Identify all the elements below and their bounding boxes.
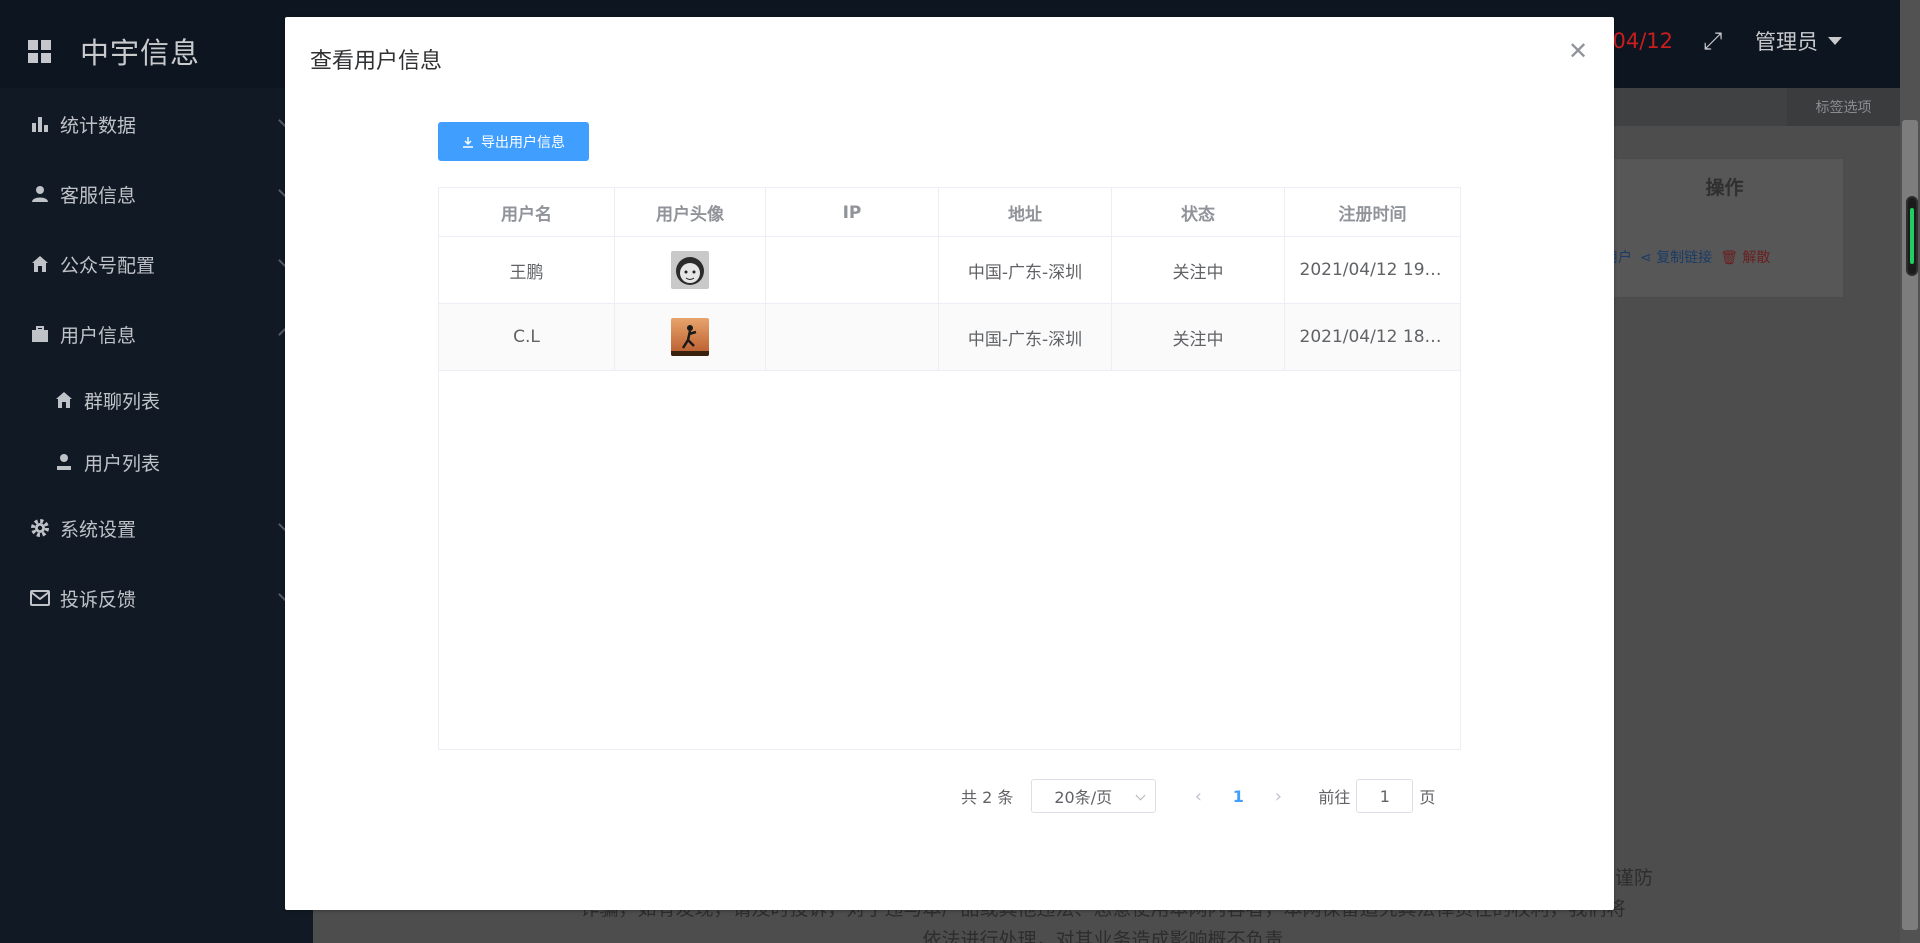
cell-ip <box>766 304 939 370</box>
column-header-address: 地址 <box>939 188 1112 237</box>
admin-menu[interactable]: 管理员 <box>1755 26 1842 56</box>
apps-grid-icon[interactable] <box>28 40 51 63</box>
sidebar: 统计数据 客服信息 公众号配置 用户信息 群聊列表 用户列表 系统设置 投诉反馈 <box>0 88 313 943</box>
user-info-dialog: 查看用户信息 ✕ 导出用户信息 用户名 用户头像 IP 地址 状态 注册时间 王… <box>285 17 1614 910</box>
avatar[interactable] <box>671 318 709 356</box>
close-icon[interactable]: ✕ <box>1566 39 1590 63</box>
briefcase-icon <box>29 323 51 345</box>
cell-registered: 2021/04/12 19:… <box>1299 260 1446 280</box>
sidebar-item-label: 群聊列表 <box>84 390 161 413</box>
column-header-ip: IP <box>766 188 939 237</box>
cell-status: 关注中 <box>1112 304 1285 370</box>
cell-avatar <box>615 237 766 303</box>
sidebar-item-label: 公众号配置 <box>60 254 156 277</box>
fullscreen-icon[interactable]: ⤢ <box>1703 29 1725 53</box>
page-suffix: 页 <box>1419 788 1436 807</box>
sidebar-item-customer-service[interactable]: 客服信息 <box>0 174 313 214</box>
download-icon <box>463 136 473 148</box>
user-table: 用户名 用户头像 IP 地址 状态 注册时间 王鹏 中国-广东-深圳 关注中 2… <box>438 187 1461 750</box>
sidebar-item-system-settings[interactable]: 系统设置 <box>0 508 313 548</box>
cell-username: C.L <box>439 304 615 370</box>
bar-chart-icon <box>29 113 51 135</box>
table-row[interactable]: 王鹏 中国-广东-深圳 关注中 2021/04/12 19:… <box>439 237 1460 304</box>
table-header: 用户名 用户头像 IP 地址 状态 注册时间 <box>439 188 1460 237</box>
copy-link-button[interactable]: ⋖ 复制链接 <box>1640 247 1712 267</box>
table-body: 王鹏 中国-广东-深圳 关注中 2021/04/12 19:… C.L 中国-广… <box>439 237 1460 371</box>
next-page-icon[interactable]: › <box>1268 786 1288 807</box>
admin-label: 管理员 <box>1755 30 1818 54</box>
sidebar-item-complaints[interactable]: 投诉反馈 <box>0 578 313 618</box>
cell-username: 王鹏 <box>439 237 615 303</box>
operation-links: 用户 ⋖ 复制链接 🗑 解散 <box>1604 247 1770 267</box>
prev-page-icon[interactable]: ‹ <box>1188 786 1208 807</box>
page-size-select[interactable]: 20条/页 <box>1031 779 1157 813</box>
brand-name: 中宇信息 <box>80 36 201 70</box>
column-header-registered: 注册时间 <box>1338 205 1407 225</box>
cell-address: 中国-广东-深圳 <box>939 237 1112 303</box>
user-icon <box>29 183 51 205</box>
column-header-avatar: 用户头像 <box>615 188 766 237</box>
user-icon <box>53 451 75 473</box>
caret-down-icon <box>1828 37 1842 45</box>
mail-icon <box>29 587 51 609</box>
cell-avatar <box>615 304 766 370</box>
current-page-number[interactable]: 1 <box>1208 787 1268 806</box>
gear-icon <box>29 517 51 539</box>
dialog-title: 查看用户信息 <box>310 49 443 74</box>
sidebar-item-label: 投诉反馈 <box>60 588 137 611</box>
home-icon <box>29 253 51 275</box>
goto-page-input[interactable]: 1 <box>1356 779 1414 813</box>
pagination: 共 2 条 20条/页 ‹ 1 › 前往 1 页 <box>961 779 1435 813</box>
logo: 中宇信息 <box>28 30 200 72</box>
operation-header: 操作 <box>1705 176 1744 199</box>
sidebar-item-label: 用户信息 <box>60 324 137 347</box>
cell-registered: 2021/04/12 18:… <box>1299 327 1446 347</box>
export-label: 导出用户信息 <box>481 134 565 151</box>
chevron-down-icon <box>1135 790 1146 801</box>
cell-status: 关注中 <box>1112 237 1285 303</box>
export-users-button[interactable]: 导出用户信息 <box>438 122 589 161</box>
sidebar-item-group-chats[interactable]: 群聊列表 <box>0 380 313 420</box>
page-size-value: 20条/页 <box>1054 788 1113 807</box>
sidebar-item-statistics[interactable]: 统计数据 <box>0 104 313 144</box>
sidebar-item-label: 客服信息 <box>60 184 137 207</box>
home-icon <box>53 389 75 411</box>
sidebar-item-user-list[interactable]: 用户列表 <box>0 442 313 482</box>
goto-label: 前往 <box>1318 788 1351 807</box>
avatar[interactable] <box>671 251 709 289</box>
page-scrollbar[interactable] <box>1900 0 1920 943</box>
column-header-status: 状态 <box>1112 188 1285 237</box>
tag-options-button[interactable]: 标签选项 <box>1787 88 1900 126</box>
sidebar-item-official-account[interactable]: 公众号配置 <box>0 244 313 284</box>
column-header-username: 用户名 <box>439 188 615 237</box>
sidebar-item-label: 系统设置 <box>60 518 137 541</box>
pagination-total: 共 2 条 <box>961 788 1014 807</box>
background-table: 操作 用户 ⋖ 复制链接 🗑 解散 <box>1603 158 1844 298</box>
cell-address: 中国-广东-深圳 <box>939 304 1112 370</box>
cell-ip <box>766 237 939 303</box>
table-row[interactable]: C.L 中国-广东-深圳 关注中 2021/04/12 18:… <box>439 304 1460 371</box>
sidebar-item-label: 用户列表 <box>84 452 161 475</box>
floating-handle[interactable] <box>1906 196 1918 276</box>
sidebar-item-user-info[interactable]: 用户信息 <box>0 314 313 354</box>
unbind-button[interactable]: 🗑 解散 <box>1720 247 1770 267</box>
sidebar-item-label: 统计数据 <box>60 114 137 137</box>
